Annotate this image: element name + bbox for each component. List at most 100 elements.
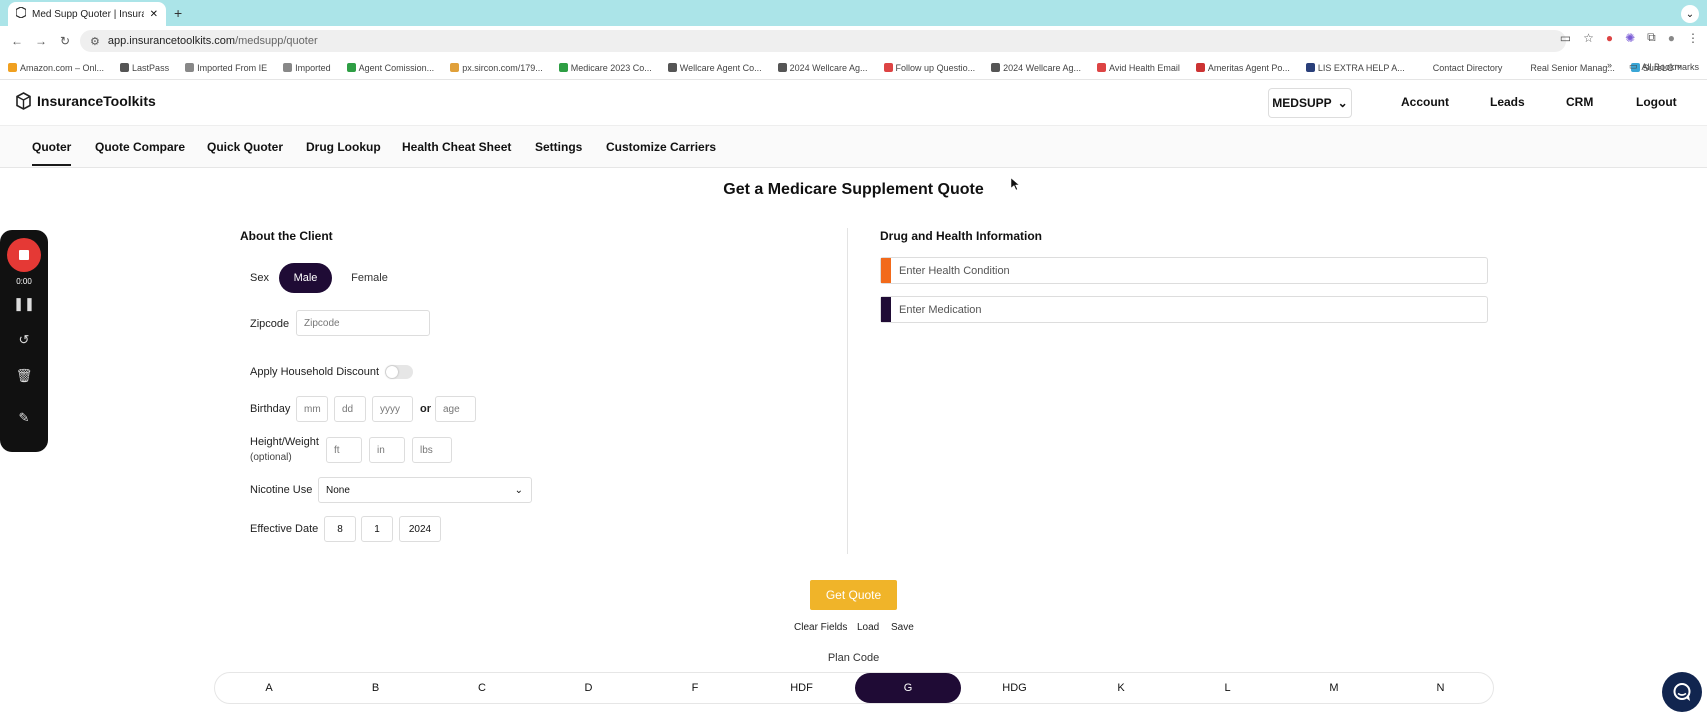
bookmark-favicon-icon xyxy=(346,63,356,72)
bookmark-item[interactable]: Follow up Questio... xyxy=(883,63,975,73)
bookmark-favicon-icon xyxy=(8,63,17,72)
bookmark-item[interactable]: Ameritas Agent Po... xyxy=(1195,62,1290,73)
back-icon[interactable]: ← xyxy=(10,34,24,48)
reload-icon[interactable]: ↻ xyxy=(58,34,72,48)
plan-b-button[interactable]: B xyxy=(323,673,429,703)
tab-settings[interactable]: Settings xyxy=(535,140,582,154)
trash-icon[interactable]: 🗑 xyxy=(16,368,33,384)
nav-crm-link[interactable]: CRM xyxy=(1566,95,1593,109)
plan-l-button[interactable]: L xyxy=(1175,673,1281,703)
extensions-icon[interactable]: ⧉ xyxy=(1647,30,1656,45)
bookmark-item[interactable]: px.sircon.com/179... xyxy=(450,63,543,73)
household-discount-label: Apply Household Discount xyxy=(250,366,380,378)
bookmark-item[interactable]: Amazon.com – Onl... xyxy=(8,63,104,73)
tab-health-cheat-sheet[interactable]: Health Cheat Sheet xyxy=(402,140,511,154)
product-dropdown[interactable]: MEDSUPP ⌄ xyxy=(1268,88,1352,118)
household-discount-toggle[interactable] xyxy=(385,365,413,379)
plan-d-button[interactable]: D xyxy=(536,673,642,703)
bookmark-item[interactable]: Medicare 2023 Co... xyxy=(558,63,652,73)
browser-tab[interactable]: Med Supp Quoter | Insurance ✕ xyxy=(8,2,166,26)
zipcode-input[interactable]: Zipcode xyxy=(296,310,430,336)
pencil-icon[interactable]: ✎ xyxy=(19,410,30,426)
plan-hdg-button[interactable]: HDG xyxy=(962,673,1068,703)
bookmark-item[interactable]: Contact Directory xyxy=(1420,62,1503,73)
save-link[interactable]: Save xyxy=(891,622,914,633)
chat-support-button[interactable] xyxy=(1662,672,1702,712)
tab-quick-quoter[interactable]: Quick Quoter xyxy=(207,140,283,154)
effective-month-input[interactable]: 8 xyxy=(324,516,356,542)
clear-fields-link[interactable]: Clear Fields xyxy=(794,622,847,633)
tab-search-icon[interactable]: ⌄ xyxy=(1681,5,1699,23)
bookmark-item[interactable]: LastPass xyxy=(120,63,169,73)
bookmark-item[interactable]: 2024 Wellcare Ag... xyxy=(777,63,868,73)
nav-logout-link[interactable]: Logout xyxy=(1636,95,1677,109)
app-header: InsuranceToolkits MEDSUPP ⌄ Account Lead… xyxy=(0,80,1707,126)
height-weight-optional: (optional) xyxy=(250,452,292,463)
bookmark-label: px.sircon.com/179... xyxy=(462,62,543,73)
nicotine-select[interactable]: None ⌄ xyxy=(318,477,532,503)
extension-pink-icon[interactable]: ● xyxy=(1606,31,1613,45)
bookmark-favicon-icon xyxy=(1096,63,1106,72)
bookmark-item[interactable]: Imported From IE xyxy=(185,63,267,73)
tab-close-icon[interactable]: ✕ xyxy=(150,9,158,20)
all-bookmarks-button[interactable]: ▭ All Bookmarks xyxy=(1629,61,1699,72)
weight-lbs-input[interactable]: lbs xyxy=(412,437,452,463)
bookmark-favicon-icon xyxy=(450,63,460,72)
bookmark-item[interactable]: Real Senior Manag... xyxy=(1518,63,1615,73)
bookmark-favicon-icon xyxy=(1195,63,1205,72)
profile-avatar[interactable]: ● xyxy=(1668,31,1675,45)
tab-customize-carriers[interactable]: Customize Carriers xyxy=(606,140,716,154)
effective-year-input[interactable]: 2024 xyxy=(399,516,441,542)
bookmark-label: Ameritas Agent Po... xyxy=(1207,62,1290,73)
restart-icon[interactable]: ↺ xyxy=(19,332,30,348)
birthday-month-input[interactable]: mm xyxy=(296,396,328,422)
medication-input[interactable]: Enter Medication xyxy=(880,296,1488,323)
extension-purple-icon[interactable]: ✺ xyxy=(1625,31,1635,45)
plan-m-button[interactable]: M xyxy=(1281,673,1387,703)
nav-account-link[interactable]: Account xyxy=(1401,95,1449,109)
load-link[interactable]: Load xyxy=(857,622,879,633)
birthday-year-input[interactable]: yyyy xyxy=(372,396,413,422)
stop-recording-button[interactable] xyxy=(7,238,41,272)
mouse-cursor-icon xyxy=(1011,178,1019,190)
url-input[interactable]: ⚙ app.insurancetoolkits.com/medsupp/quot… xyxy=(80,30,1566,52)
sex-female-button[interactable]: Female xyxy=(342,263,397,293)
plan-g-button[interactable]: G xyxy=(855,673,961,703)
site-info-icon[interactable]: ⚙ xyxy=(90,35,100,48)
bookmark-item[interactable]: 2024 Wellcare Ag... xyxy=(991,63,1081,73)
tab-quoter[interactable]: Quoter xyxy=(32,140,72,166)
health-condition-input[interactable]: Enter Health Condition xyxy=(880,257,1488,284)
age-input[interactable]: age xyxy=(435,396,476,422)
get-quote-button[interactable]: Get Quote xyxy=(810,580,897,610)
nav-leads-link[interactable]: Leads xyxy=(1490,95,1525,109)
sex-male-button[interactable]: Male xyxy=(279,263,332,293)
plan-a-button[interactable]: A xyxy=(216,673,322,703)
height-inches-input[interactable]: in xyxy=(369,437,405,463)
plan-k-button[interactable]: K xyxy=(1068,673,1174,703)
height-feet-input[interactable]: ft xyxy=(326,437,362,463)
bookmark-label: Contact Directory xyxy=(1432,62,1503,73)
bookmark-item[interactable]: Agent Comission... xyxy=(346,63,434,73)
new-tab-icon[interactable]: + xyxy=(174,5,182,21)
forward-icon[interactable]: → xyxy=(34,34,48,48)
browser-menu-icon[interactable]: ⋮ xyxy=(1687,31,1699,45)
plan-c-button[interactable]: C xyxy=(429,673,535,703)
bookmark-item[interactable]: Wellcare Agent Co... xyxy=(667,63,762,73)
tab-quote-compare[interactable]: Quote Compare xyxy=(95,140,185,154)
install-icon[interactable]: ▭ xyxy=(1560,31,1571,45)
bookmark-star-icon[interactable]: ☆ xyxy=(1583,31,1594,45)
pause-icon[interactable]: ❚❚ xyxy=(13,296,35,312)
plan-f-button[interactable]: F xyxy=(642,673,748,703)
all-bookmarks-label: All Bookmarks xyxy=(1641,61,1699,72)
tab-drug-lookup[interactable]: Drug Lookup xyxy=(306,140,381,154)
birthday-day-input[interactable]: dd xyxy=(334,396,366,422)
bookmarks-overflow-icon[interactable]: » xyxy=(1607,60,1612,70)
plan-hdf-button[interactable]: HDF xyxy=(749,673,855,703)
effective-day-input[interactable]: 1 xyxy=(361,516,393,542)
bookmark-item[interactable]: LIS EXTRA HELP A... xyxy=(1305,63,1405,73)
plan-n-button[interactable]: N xyxy=(1388,673,1494,703)
health-condition-placeholder: Enter Health Condition xyxy=(899,264,1010,277)
brand-logo[interactable]: InsuranceToolkits xyxy=(16,92,156,110)
bookmark-item[interactable]: Imported xyxy=(283,63,331,73)
bookmark-item[interactable]: Avid Health Email xyxy=(1096,63,1180,73)
